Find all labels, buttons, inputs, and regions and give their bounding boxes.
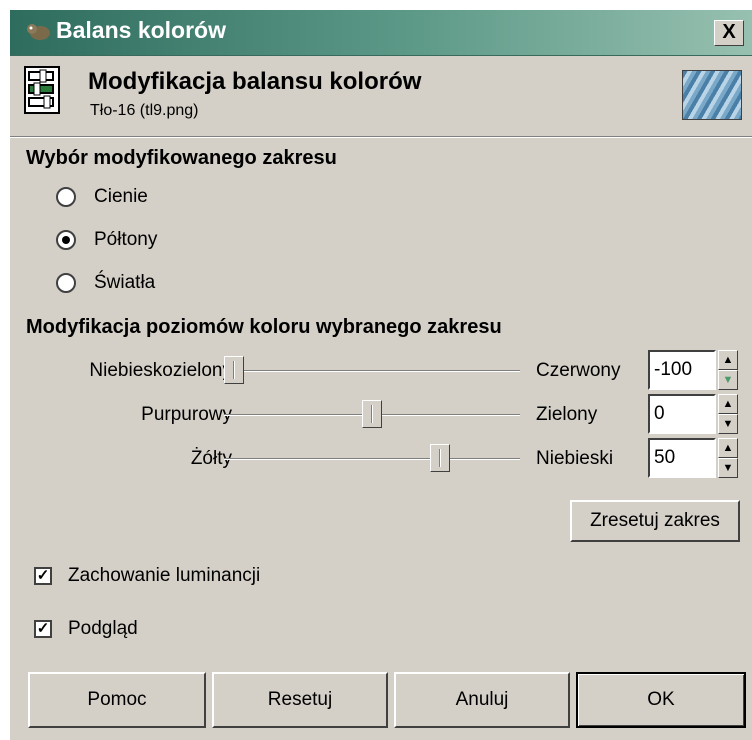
value-input[interactable] bbox=[648, 438, 716, 478]
slider-right-label: Czerwony bbox=[536, 360, 621, 381]
slider-right-label: Zielony bbox=[536, 404, 598, 425]
header-separator bbox=[10, 136, 752, 138]
slider-track[interactable] bbox=[224, 370, 520, 372]
radio-button[interactable] bbox=[56, 187, 76, 207]
magenta-green-spinbox: ▲ ▼ bbox=[648, 394, 740, 436]
value-input[interactable] bbox=[648, 394, 716, 434]
title-bar[interactable]: Balans kolorów X bbox=[10, 10, 752, 56]
radio-label: Cienie bbox=[94, 186, 148, 207]
close-button[interactable]: X bbox=[714, 20, 744, 46]
cyan-red-spinbox: ▲ ▼ bbox=[648, 350, 740, 392]
color-balance-icon bbox=[24, 66, 60, 114]
magenta-green-slider-row: Purpurowy Zielony ▲ ▼ bbox=[10, 394, 752, 438]
dialog-title: Modyfikacja balansu kolorów bbox=[88, 68, 422, 95]
range-section-title: Wybór modyfikowanego zakresu bbox=[26, 147, 337, 169]
radio-label: Światła bbox=[94, 272, 156, 293]
help-button[interactable]: Pomoc bbox=[28, 672, 206, 728]
ok-button[interactable]: OK bbox=[576, 672, 746, 728]
dialog-header: Modyfikacja balansu kolorów Tło-16 (tl9.… bbox=[10, 56, 752, 136]
radio-button[interactable] bbox=[56, 230, 76, 250]
checkbox-label: Zachowanie luminancji bbox=[68, 565, 261, 586]
slider-handle[interactable] bbox=[224, 356, 244, 384]
spin-up-button[interactable]: ▲ bbox=[718, 394, 738, 414]
yellow-blue-spinbox: ▲ ▼ bbox=[648, 438, 740, 480]
slider-left-label: Purpurowy bbox=[141, 404, 232, 425]
radio-label: Półtony bbox=[94, 229, 158, 250]
levels-section-title: Modyfikacja poziomów koloru wybranego za… bbox=[26, 316, 502, 338]
image-thumbnail bbox=[682, 70, 742, 120]
spin-down-button[interactable]: ▼ bbox=[718, 414, 738, 434]
yellow-blue-slider-row: Żółty Niebieski ▲ ▼ bbox=[10, 438, 752, 482]
slider-handle[interactable] bbox=[430, 444, 450, 472]
window-title: Balans kolorów bbox=[56, 17, 226, 43]
radio-shadows[interactable]: Cienie bbox=[56, 186, 148, 208]
preview-checkbox[interactable]: ✓ Podgląd bbox=[34, 618, 138, 640]
checkbox-box[interactable]: ✓ bbox=[34, 567, 52, 585]
radio-midtones[interactable]: Półtony bbox=[56, 229, 157, 251]
reset-range-button[interactable]: Zresetuj zakres bbox=[570, 500, 740, 542]
checkbox-label: Podgląd bbox=[68, 618, 138, 639]
radio-button[interactable] bbox=[56, 273, 76, 293]
image-name: Tło-16 (tl9.png) bbox=[90, 102, 199, 119]
spin-down-button[interactable]: ▼ bbox=[718, 458, 738, 478]
value-input[interactable] bbox=[648, 350, 716, 390]
slider-handle[interactable] bbox=[362, 400, 382, 428]
cyan-red-slider-row: Niebieskozielony Czerwony ▲ ▼ bbox=[10, 350, 752, 394]
slider-track[interactable] bbox=[224, 458, 520, 460]
slider-right-label: Niebieski bbox=[536, 448, 614, 469]
spin-down-button[interactable]: ▼ bbox=[718, 370, 738, 390]
slider-left-label: Niebieskozielony bbox=[89, 360, 232, 381]
gimp-icon bbox=[27, 24, 50, 40]
spin-up-button[interactable]: ▲ bbox=[718, 350, 738, 370]
spin-up-button[interactable]: ▲ bbox=[718, 438, 738, 458]
checkbox-box[interactable]: ✓ bbox=[34, 620, 52, 638]
radio-highlights[interactable]: Światła bbox=[56, 272, 155, 294]
cancel-button[interactable]: Anuluj bbox=[394, 672, 570, 728]
reset-button[interactable]: Resetuj bbox=[212, 672, 388, 728]
color-balance-window: Balans kolorów X Modyfikacja balansu kol… bbox=[10, 10, 752, 740]
preserve-luminosity-checkbox[interactable]: ✓ Zachowanie luminancji bbox=[34, 565, 260, 587]
